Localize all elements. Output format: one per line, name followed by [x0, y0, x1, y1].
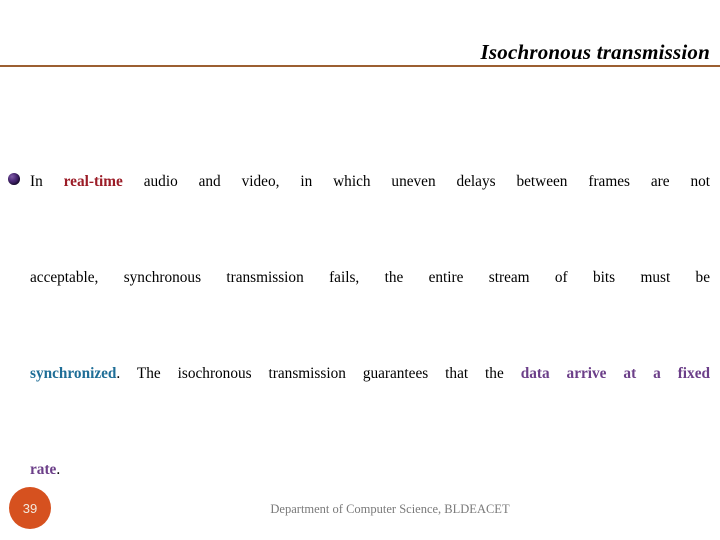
- title-divider: [0, 65, 720, 67]
- emphasis-synchronized: synchronized: [30, 365, 117, 382]
- body-text-line3-mid: . The isochronous transmission guarantee…: [116, 365, 521, 382]
- page-number-badge: 39: [9, 487, 51, 529]
- body-line-4: rate.: [30, 446, 710, 494]
- emphasis-real-time: real-time: [63, 173, 123, 190]
- bullet-sphere-icon: [8, 173, 20, 185]
- body-text-period: .: [56, 461, 61, 478]
- body-line-1: In real-time audio and video, in which u…: [30, 158, 710, 254]
- body-text-intro: In: [30, 173, 64, 190]
- bullet-paragraph: In real-time audio and video, in which u…: [8, 158, 710, 494]
- slide-header: Isochronous transmission: [0, 0, 720, 67]
- body-line-2: acceptable, synchronous transmission fai…: [30, 269, 710, 286]
- slide-canvas: Isochronous transmission In real-time au…: [0, 0, 720, 540]
- footer-department-note: Department of Computer Science, BLDEACET: [270, 502, 510, 516]
- page-title: Isochronous transmission: [480, 39, 710, 64]
- slide-body: In real-time audio and video, in which u…: [8, 158, 710, 494]
- body-line-3: synchronized. The isochronous transmissi…: [30, 350, 710, 446]
- body-text-line1-tail: audio and video, in which uneven delays …: [122, 173, 710, 190]
- emphasis-rate: rate: [30, 461, 57, 478]
- emphasis-data-arrive: data arrive at a fixed: [520, 365, 710, 382]
